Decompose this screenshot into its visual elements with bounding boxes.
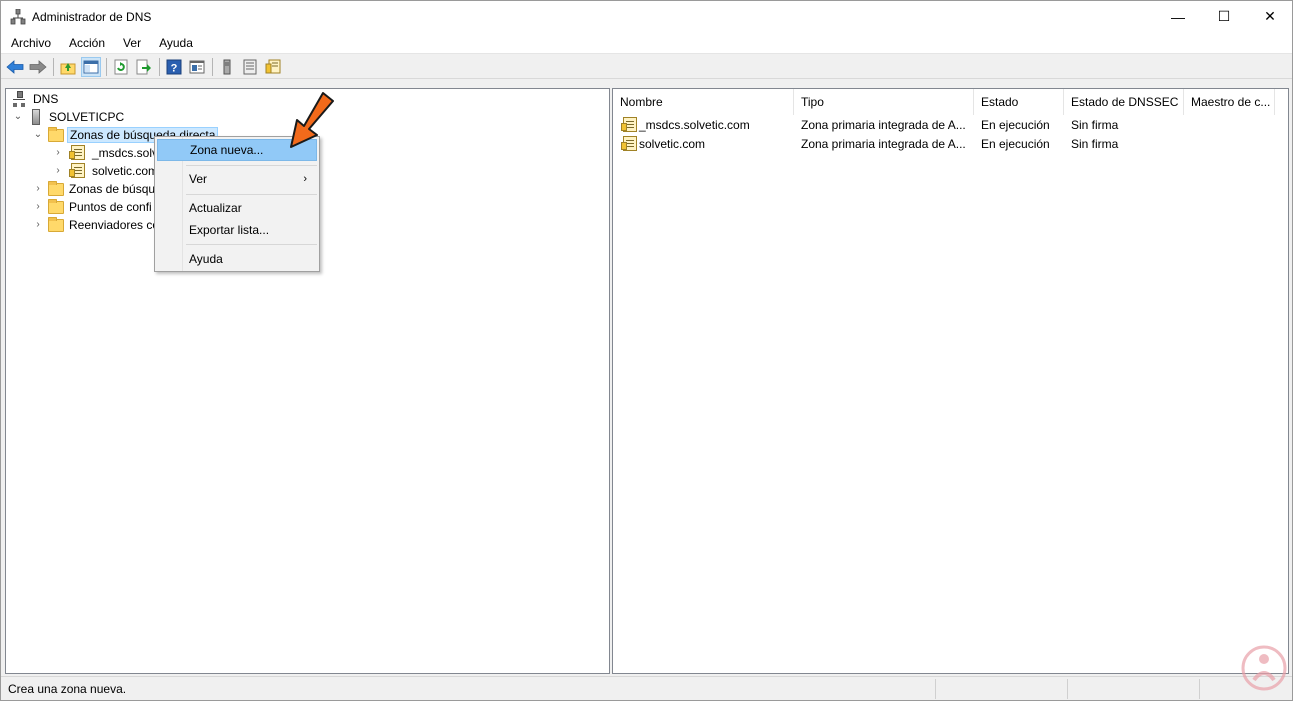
dns-app-icon <box>10 8 26 25</box>
tree-item-trust-points[interactable]: › Puntos de confi <box>32 198 154 216</box>
zone-icon[interactable] <box>263 57 283 77</box>
menu-item-export[interactable]: Exportar lista... <box>157 219 317 241</box>
menu-ayuda[interactable]: Ayuda <box>149 32 201 54</box>
zone-name: _msdcs.solvetic.com <box>639 117 750 132</box>
column-header-dnssec[interactable]: Estado de DNSSEC <box>1064 89 1184 115</box>
tree-label-trust-points: Puntos de confi <box>69 200 152 214</box>
chevron-right-icon[interactable]: › <box>52 147 64 159</box>
tree-item-zone-solvetic[interactable]: › solvetic.com <box>52 162 160 180</box>
chevron-right-icon[interactable]: › <box>32 201 44 213</box>
dns-icon <box>12 91 28 107</box>
toolbar-separator <box>106 57 107 76</box>
chevron-down-icon[interactable]: ⌄ <box>12 111 24 123</box>
list-cell-state: En ejecución <box>981 117 1050 132</box>
status-cell <box>1068 678 1200 699</box>
menu-item-view-label: Ver <box>189 172 208 186</box>
annotation-arrow-icon <box>285 89 337 151</box>
zone-list-pane[interactable]: Nombre Tipo Estado Estado de DNSSEC Maes… <box>612 88 1289 674</box>
menu-archivo[interactable]: Archivo <box>1 32 59 54</box>
zone-file-icon <box>621 117 637 132</box>
tree-label-forwarders: Reenviadores co <box>69 218 160 232</box>
column-header-nombre[interactable]: Nombre <box>613 89 794 115</box>
solvetic-watermark-icon <box>1241 642 1287 694</box>
minimize-button[interactable]: — <box>1155 1 1201 32</box>
tree-label-dns: DNS <box>33 92 59 106</box>
export-icon[interactable] <box>134 57 154 77</box>
list-cell-state: En ejecución <box>981 136 1050 151</box>
toolbar-separator <box>53 57 54 76</box>
list-cell-type: Zona primaria integrada de A... <box>801 117 966 132</box>
window-title: Administrador de DNS <box>32 9 152 24</box>
menu-separator <box>186 194 317 195</box>
vertical-scrollbar[interactable] <box>1275 115 1288 673</box>
list-icon[interactable] <box>240 57 260 77</box>
close-button[interactable]: ✕ <box>1247 1 1293 32</box>
submenu-arrow-icon: › <box>303 173 307 185</box>
show-hide-tree-icon[interactable] <box>81 56 101 77</box>
server-icon[interactable] <box>217 57 237 77</box>
refresh-icon[interactable] <box>111 57 131 77</box>
zone-file-icon <box>621 136 637 151</box>
column-header-estado[interactable]: Estado <box>974 89 1064 115</box>
list-cell-name: solvetic.com <box>613 136 794 151</box>
column-header-maestro[interactable]: Maestro de c... <box>1184 89 1275 115</box>
folder-icon <box>48 199 64 215</box>
folder-icon <box>48 181 64 197</box>
list-cell-name: _msdcs.solvetic.com <box>613 117 794 132</box>
column-header-tipo[interactable]: Tipo <box>794 89 974 115</box>
status-text: Crea una zona nueva. <box>1 678 936 699</box>
tree-item-reverse-zones[interactable]: › Zonas de búsqu <box>32 180 157 198</box>
menu-item-help[interactable]: Ayuda <box>157 248 317 270</box>
properties-icon[interactable] <box>187 57 207 77</box>
tree-label-reverse-zones: Zonas de búsqu <box>69 182 156 196</box>
list-item[interactable]: solvetic.com Zona primaria integrada de … <box>613 134 1273 153</box>
menu-item-refresh[interactable]: Actualizar <box>157 197 317 219</box>
status-bar: Crea una zona nueva. <box>1 676 1292 700</box>
server-icon <box>28 109 44 125</box>
toolbar: ? <box>1 55 1292 79</box>
menu-separator <box>186 165 317 166</box>
status-cell <box>936 678 1068 699</box>
list-cell-type: Zona primaria integrada de A... <box>801 136 966 151</box>
chevron-right-icon[interactable]: › <box>52 165 64 177</box>
folder-icon <box>48 127 64 143</box>
tree-item-server[interactable]: ⌄ SOLVETICPC <box>12 108 126 126</box>
chevron-right-icon[interactable]: › <box>32 183 44 195</box>
tree-item-dns[interactable]: DNS <box>12 90 60 108</box>
folder-icon <box>48 217 64 233</box>
maximize-button[interactable]: ☐ <box>1201 1 1247 32</box>
menu-accion[interactable]: Acción <box>59 32 113 54</box>
menu-item-view[interactable]: Ver › <box>157 168 317 190</box>
up-folder-icon[interactable] <box>58 57 78 77</box>
toolbar-separator <box>159 57 160 76</box>
chevron-right-icon[interactable]: › <box>32 219 44 231</box>
list-header: Nombre Tipo Estado Estado de DNSSEC Maes… <box>613 89 1288 115</box>
tree-label-zone-solvetic: solvetic.com <box>92 164 159 178</box>
zone-file-icon <box>69 163 87 179</box>
dns-manager-window: Administrador de DNS — ☐ ✕ Archivo Acció… <box>0 0 1293 701</box>
list-cell-dnssec: Sin firma <box>1071 136 1119 151</box>
tree-label-server: SOLVETICPC <box>49 110 125 124</box>
menu-separator <box>186 244 317 245</box>
menu-bar: Archivo Acción Ver Ayuda <box>1 32 1292 54</box>
zone-name: solvetic.com <box>639 136 706 151</box>
help-icon[interactable]: ? <box>164 57 184 77</box>
toolbar-separator <box>212 57 213 76</box>
menu-ver[interactable]: Ver <box>113 32 149 54</box>
tree-item-zone-msdcs[interactable]: › _msdcs.solve <box>52 144 167 162</box>
list-item[interactable]: _msdcs.solvetic.com Zona primaria integr… <box>613 115 1273 134</box>
back-icon[interactable] <box>5 57 25 77</box>
svg-text:?: ? <box>171 62 178 74</box>
context-menu: Zona nueva... Ver › Actualizar Exportar … <box>154 136 320 272</box>
chevron-down-icon[interactable]: ⌄ <box>32 129 44 141</box>
tree-item-forwarders[interactable]: › Reenviadores co <box>32 216 161 234</box>
list-cell-dnssec: Sin firma <box>1071 117 1119 132</box>
zone-file-icon <box>69 145 87 161</box>
forward-icon[interactable] <box>28 57 48 77</box>
title-bar: Administrador de DNS — ☐ ✕ <box>1 1 1292 32</box>
